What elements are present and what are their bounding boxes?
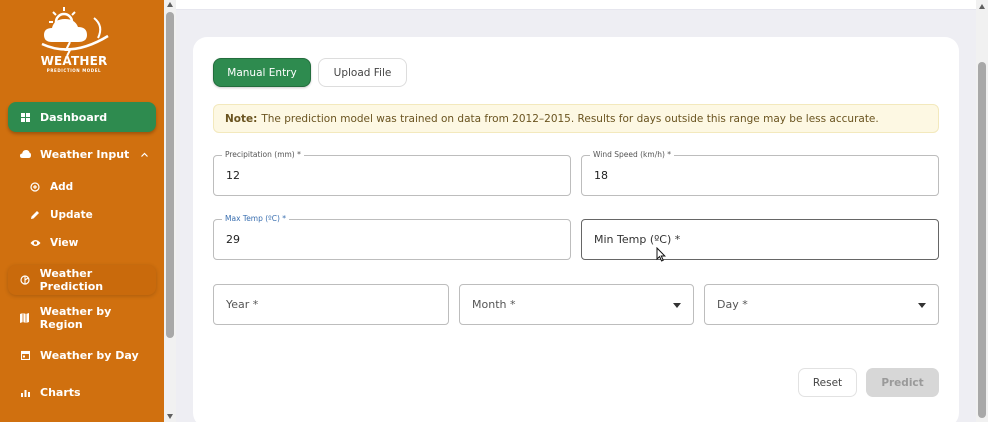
plus-circle-icon	[28, 182, 42, 192]
weather-logo[interactable]: WEATHER PREDICTION MODEL	[28, 4, 120, 76]
year-placeholder: Year *	[226, 298, 259, 311]
predict-button[interactable]: Predict	[866, 368, 939, 397]
day-placeholder: Day *	[717, 298, 748, 311]
sidebar-item-dashboard[interactable]: Dashboard	[8, 102, 156, 132]
sidebar-item-label: Update	[50, 209, 93, 221]
sidebar-item-charts[interactable]: Charts	[8, 377, 156, 407]
note-text: The prediction model was trained on data…	[261, 112, 879, 125]
max-temp-field[interactable]: Max Temp (ºC) * 29	[213, 214, 571, 260]
max-temp-value: 29	[226, 233, 240, 246]
month-placeholder: Month *	[472, 298, 516, 311]
reset-button[interactable]: Reset	[798, 368, 857, 397]
tab-upload-file[interactable]: Upload File	[318, 58, 407, 87]
page-scroll-thumb[interactable]	[978, 62, 986, 418]
sidebar-scrollbar[interactable]	[164, 0, 176, 422]
logo-subtitle: PREDICTION MODEL	[46, 68, 102, 73]
sun-cloud-logo-icon	[41, 7, 109, 56]
scroll-down-arrow-icon[interactable]	[167, 414, 173, 419]
pencil-icon	[28, 210, 42, 220]
sidebar-item-label: Weather Prediction	[39, 267, 104, 293]
precipitation-value: 12	[226, 169, 240, 182]
min-temp-placeholder: Min Temp (ºC) *	[594, 233, 681, 246]
scroll-up-arrow-icon[interactable]	[979, 4, 985, 9]
page-scrollbar[interactable]	[976, 0, 988, 422]
calendar-icon	[18, 350, 32, 360]
sidebar-item-label: Charts	[40, 385, 81, 399]
sidebar-item-label: Add	[50, 181, 74, 193]
day-select[interactable]: Day *	[704, 284, 939, 325]
wind-speed-field[interactable]: Wind Speed (km/h) * 18	[581, 150, 939, 196]
year-field[interactable]: Year *	[213, 284, 449, 325]
bar-chart-icon	[18, 388, 32, 397]
sidebar-item-label: Dashboard	[40, 110, 108, 124]
note-label: Note:	[225, 112, 258, 125]
mouse-cursor-icon	[656, 247, 666, 262]
sidebar-scroll-thumb[interactable]	[166, 12, 174, 338]
sidebar-item-label: Weather Input	[40, 147, 130, 161]
sidebar-item-label: View	[50, 237, 79, 249]
sidebar-item-weather-prediction[interactable]: Weather Prediction	[8, 265, 156, 295]
map-icon	[18, 313, 32, 323]
precipitation-label: Precipitation (mm) *	[222, 150, 304, 159]
month-select[interactable]: Month *	[459, 284, 694, 325]
dropdown-arrow-icon	[673, 303, 681, 308]
sidebar-item-view[interactable]: View	[20, 228, 156, 258]
scroll-up-arrow-icon[interactable]	[167, 2, 173, 7]
sidebar-item-update[interactable]: Update	[20, 200, 156, 230]
precipitation-field[interactable]: Precipitation (mm) * 12	[213, 150, 571, 196]
sidebar-item-weather-input[interactable]: Weather Input	[8, 139, 156, 169]
min-temp-field[interactable]: Min Temp (ºC) *	[581, 219, 939, 260]
logo-title: WEATHER	[40, 54, 108, 68]
sidebar-item-label: Weather by Day	[40, 348, 139, 362]
chevron-up-icon	[141, 150, 149, 159]
wind-speed-value: 18	[594, 169, 608, 182]
sidebar: WEATHER PREDICTION MODEL Dashboard Weath…	[0, 0, 164, 422]
sidebar-item-label: Weather by Region	[39, 305, 112, 331]
window-edge	[988, 0, 1000, 422]
top-bar	[176, 0, 976, 10]
max-temp-label: Max Temp (ºC) *	[222, 214, 290, 223]
cloud-icon	[18, 150, 32, 158]
grid-icon	[18, 112, 32, 122]
sun-cloud-icon	[18, 275, 32, 285]
eye-icon	[28, 239, 42, 247]
wind-speed-label: Wind Speed (km/h) *	[590, 150, 675, 159]
tab-manual-entry[interactable]: Manual Entry	[213, 58, 311, 87]
sidebar-item-weather-by-region[interactable]: Weather by Region	[8, 303, 156, 333]
sidebar-item-add[interactable]: Add	[20, 172, 156, 202]
dropdown-arrow-icon	[918, 303, 926, 308]
sidebar-item-weather-by-day[interactable]: Weather by Day	[8, 340, 156, 370]
note-banner: Note: The prediction model was trained o…	[213, 104, 939, 133]
